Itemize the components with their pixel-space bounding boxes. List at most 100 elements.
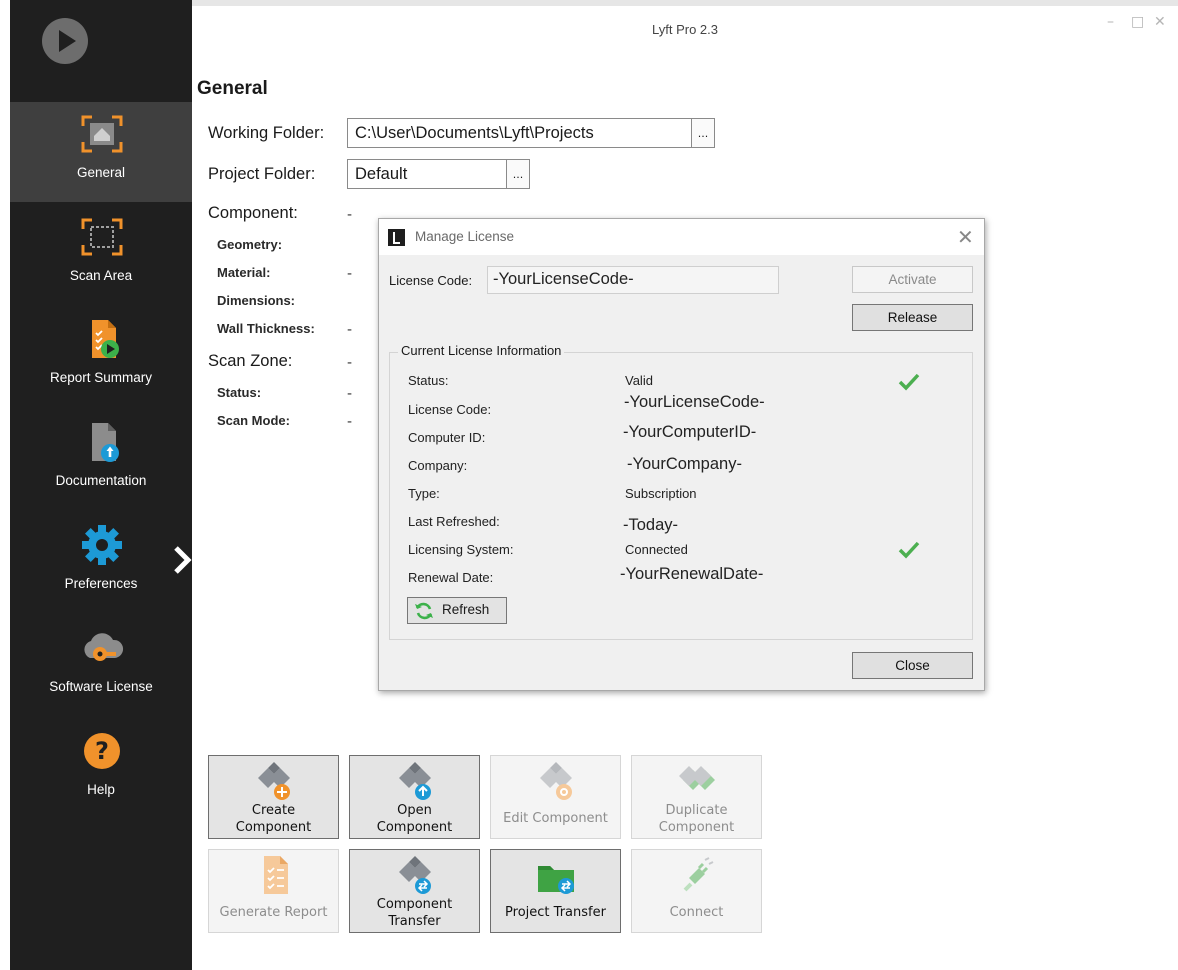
generate-report-button[interactable]: Generate Report bbox=[208, 849, 339, 933]
info-renewal-date-label: Renewal Date: bbox=[408, 570, 494, 585]
sidebar-item-help[interactable]: ? Help bbox=[10, 719, 192, 819]
license-info-group-title: Current License Information bbox=[398, 343, 565, 358]
component-value: - bbox=[347, 207, 353, 223]
info-computer-id-value: -YourComputerID- bbox=[623, 423, 757, 441]
edit-component-label: Edit Component bbox=[503, 811, 608, 826]
sidebar-item-label: General bbox=[76, 165, 126, 180]
dialog-title-bar: Manage License ✕ bbox=[379, 219, 984, 255]
create-component-label: Create Component bbox=[235, 803, 312, 835]
info-company-value: -YourCompany- bbox=[627, 455, 742, 473]
report-play-icon bbox=[92, 320, 119, 358]
cloud-key-icon bbox=[84, 633, 124, 661]
create-component-button[interactable]: Create Component bbox=[208, 755, 339, 839]
component-transfer-button[interactable]: Component Transfer bbox=[349, 849, 480, 933]
project-folder-browse-button[interactable]: ... bbox=[506, 159, 530, 189]
minimize-button[interactable]: – bbox=[1107, 14, 1114, 30]
component-label: Component: bbox=[208, 204, 298, 222]
duplicate-component-button[interactable]: Duplicate Component bbox=[631, 755, 762, 839]
sidebar-item-software-license[interactable]: Software License bbox=[10, 616, 192, 716]
refresh-button[interactable]: Refresh bbox=[407, 597, 507, 624]
status-value: - bbox=[347, 386, 353, 402]
sidebar-item-label: Scan Area bbox=[69, 268, 133, 283]
material-label: Material: bbox=[217, 265, 271, 280]
gear-icon bbox=[82, 525, 122, 565]
title-bar: Lyft Pro 2.3 – □ ✕ bbox=[192, 0, 1178, 60]
close-window-button[interactable]: ✕ bbox=[1154, 14, 1166, 30]
info-company-label: Company: bbox=[408, 458, 468, 473]
wall-thickness-label: Wall Thickness: bbox=[217, 321, 315, 336]
edit-component-icon bbox=[540, 762, 572, 800]
generate-report-icon bbox=[264, 856, 288, 894]
project-transfer-label: Project Transfer bbox=[505, 905, 606, 920]
scan-frame-icon bbox=[81, 218, 123, 256]
sidebar-item-documentation[interactable]: Documentation bbox=[10, 410, 192, 510]
project-transfer-button[interactable]: Project Transfer bbox=[490, 849, 621, 933]
system-connected-check-icon bbox=[898, 541, 920, 559]
open-component-label: Open Component bbox=[376, 803, 453, 835]
material-value: - bbox=[347, 266, 353, 282]
sidebar-item-report-summary[interactable]: Report Summary bbox=[10, 307, 192, 407]
dialog-close-icon[interactable]: ✕ bbox=[957, 225, 974, 249]
status-valid-check-icon bbox=[898, 373, 920, 391]
info-status-label: Status: bbox=[408, 373, 449, 388]
svg-text:?: ? bbox=[95, 737, 109, 765]
close-button[interactable]: Close bbox=[852, 652, 973, 679]
working-folder-field[interactable]: C:\User\Documents\Lyft\Projects bbox=[347, 118, 692, 148]
dimensions-label: Dimensions: bbox=[217, 293, 296, 308]
info-renewal-date-value: -YourRenewalDate- bbox=[620, 565, 764, 583]
page-title: General bbox=[197, 78, 268, 99]
manage-license-dialog: Manage License ✕ License Code: -YourLice… bbox=[378, 218, 985, 691]
app-logo-icon bbox=[388, 229, 405, 246]
document-info-icon bbox=[92, 423, 119, 462]
info-type-label: Type: bbox=[408, 486, 440, 501]
sidebar-item-preferences[interactable]: Preferences bbox=[10, 513, 192, 613]
refresh-icon bbox=[415, 602, 433, 620]
sidebar-item-scan-area[interactable]: Scan Area bbox=[10, 205, 192, 305]
refresh-label: Refresh bbox=[442, 602, 490, 617]
geometry-label: Geometry: bbox=[217, 237, 283, 252]
info-computer-id-label: Computer ID: bbox=[408, 430, 486, 445]
connect-label: Connect bbox=[669, 905, 724, 920]
duplicate-component-label: Duplicate Component bbox=[658, 803, 735, 835]
component-transfer-label: Component Transfer bbox=[376, 897, 453, 929]
chevron-right-icon[interactable] bbox=[170, 544, 194, 576]
status-label: Status: bbox=[217, 385, 262, 400]
info-licensing-system-label: Licensing System: bbox=[408, 542, 514, 557]
wall-thickness-value: - bbox=[347, 322, 353, 338]
component-transfer-icon bbox=[399, 856, 431, 894]
license-code-input[interactable]: -YourLicenseCode- bbox=[487, 266, 779, 294]
sidebar-item-label: Preferences bbox=[64, 576, 138, 591]
scan-zone-value: - bbox=[347, 355, 353, 371]
info-licensing-system-value: Connected bbox=[625, 542, 688, 557]
maximize-button[interactable]: □ bbox=[1131, 14, 1144, 30]
project-transfer-icon bbox=[538, 866, 574, 894]
project-folder-field[interactable]: Default bbox=[347, 159, 507, 189]
sidebar-item-label: Report Summary bbox=[49, 370, 153, 385]
play-logo-icon bbox=[42, 18, 88, 64]
info-type-value: Subscription bbox=[625, 486, 697, 501]
working-folder-browse-button[interactable]: ... bbox=[691, 118, 715, 148]
scan-mode-value: - bbox=[347, 414, 353, 430]
info-last-refreshed-value: -Today- bbox=[623, 516, 679, 534]
open-component-button[interactable]: Open Component bbox=[349, 755, 480, 839]
open-component-icon bbox=[399, 762, 431, 800]
generate-report-label: Generate Report bbox=[219, 905, 328, 920]
sidebar-item-label: Help bbox=[87, 782, 115, 797]
sidebar-item-general[interactable]: General bbox=[10, 102, 192, 202]
create-component-icon bbox=[258, 762, 290, 800]
license-code-label: License Code: bbox=[389, 273, 473, 288]
home-frame-icon bbox=[81, 115, 123, 153]
project-folder-label: Project Folder: bbox=[208, 165, 316, 183]
info-status-value: Valid bbox=[625, 373, 653, 388]
sidebar-item-label: Documentation bbox=[55, 473, 147, 488]
dialog-title: Manage License bbox=[415, 229, 515, 244]
release-button[interactable]: Release bbox=[852, 304, 973, 331]
scan-zone-label: Scan Zone: bbox=[208, 352, 293, 370]
edit-component-button[interactable]: Edit Component bbox=[490, 755, 621, 839]
activate-button[interactable]: Activate bbox=[852, 266, 973, 293]
info-license-code-value: -YourLicenseCode- bbox=[624, 393, 765, 411]
connect-button[interactable]: Connect bbox=[631, 849, 762, 933]
scan-mode-label: Scan Mode: bbox=[217, 413, 290, 428]
window-title: Lyft Pro 2.3 bbox=[652, 22, 718, 37]
working-folder-label: Working Folder: bbox=[208, 124, 325, 142]
